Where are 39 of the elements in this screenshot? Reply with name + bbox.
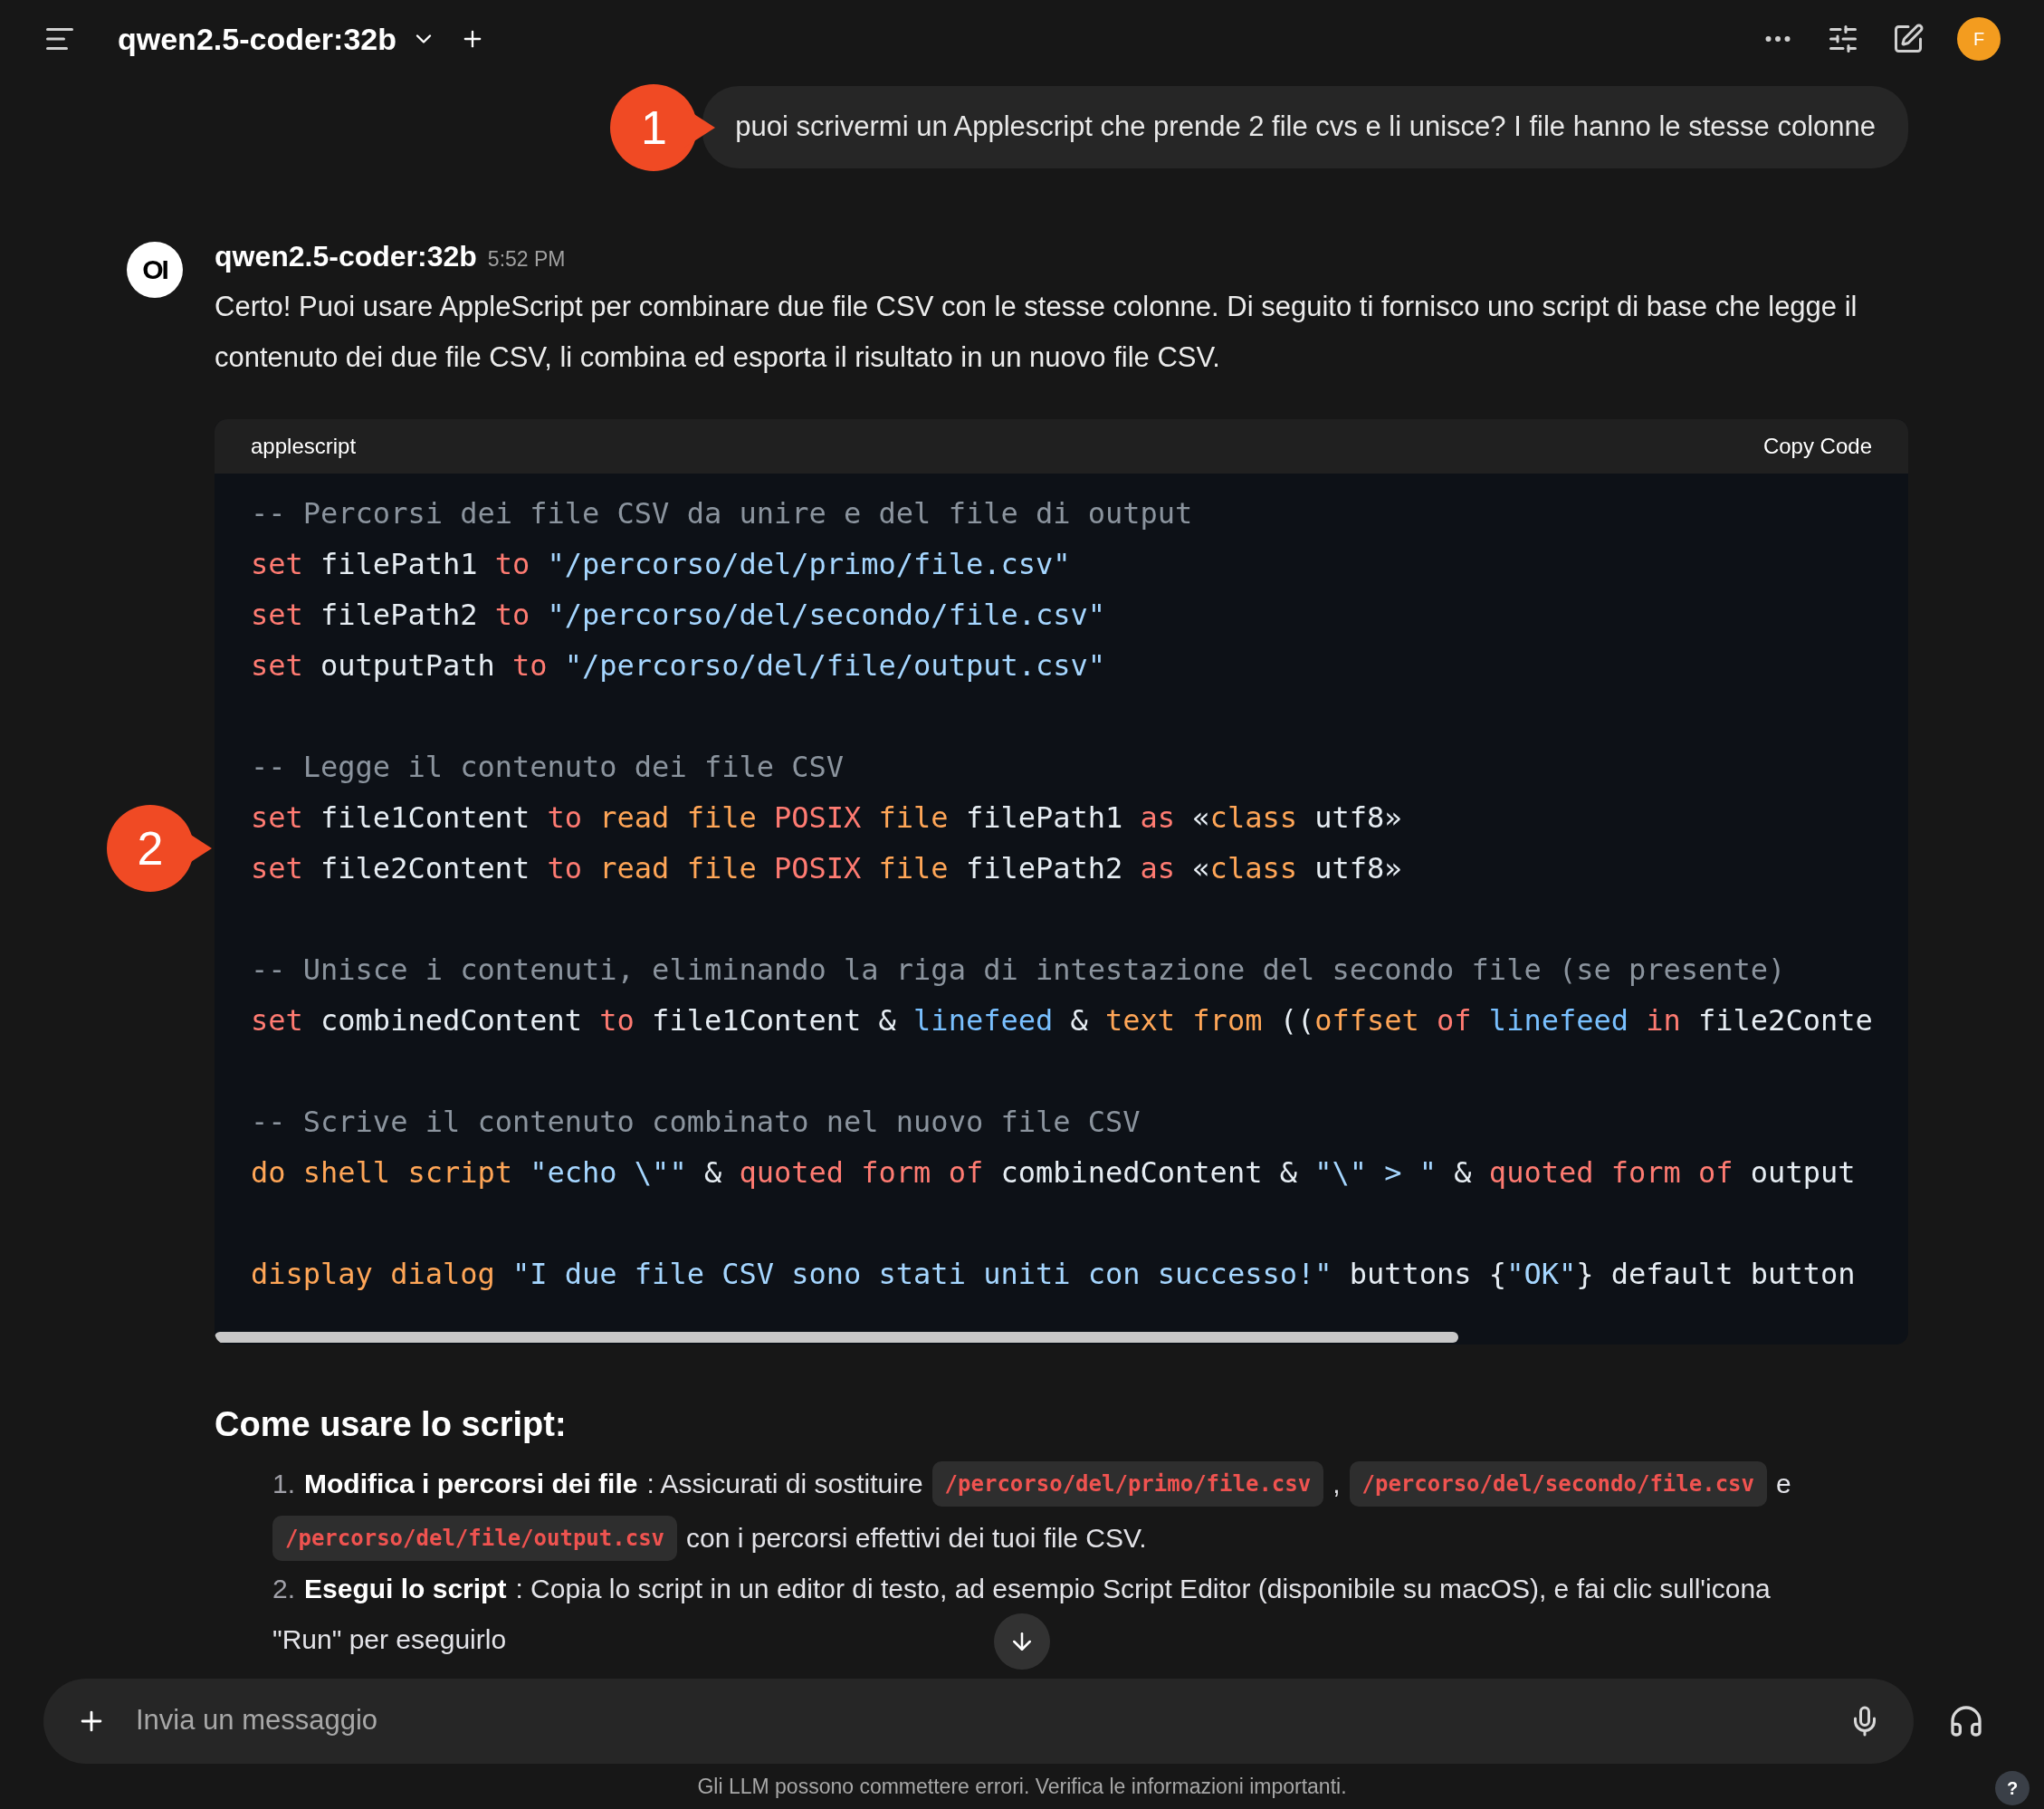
step-text: con i percorsi effettivi dei tuoi file CSV.: [686, 1521, 1147, 1555]
code-line: set outputPath to "/percorso/del/file/output.csv": [251, 646, 1105, 684]
disclaimer-text: Gli LLM possono commettere errori. Verifica le informazioni importanti.: [697, 1773, 1347, 1800]
copy-code-button[interactable]: Copy Code: [1762, 429, 1872, 463]
message-field[interactable]: Invia un messaggio: [136, 1699, 1848, 1742]
message-input[interactable]: Invia un messaggio: [43, 1678, 1914, 1764]
code-line: set file2Content to read file POSIX file filePath2 as «class utf8»: [251, 849, 1402, 887]
assistant-name: qwen2.5-coder:32b: [215, 238, 477, 274]
section-heading: Come usare lo script:: [215, 1403, 568, 1445]
step-text: "Run" per eseguirlo: [272, 1622, 507, 1656]
code-language: applescript: [251, 432, 357, 460]
code-line: set combinedContent to file1Content & linefeed & text from ((offset of linefeed in file2Conte: [251, 1001, 1873, 1039]
assistant-logo: OI: [127, 241, 183, 298]
step-text: : Copia lo script in un editor di testo, ad esempio Script Editor (disponibile su macOS), e fai clic sull'icona: [515, 1572, 1771, 1605]
inline-code: /percorso/del/secondo/file.csv: [1349, 1460, 1767, 1507]
code-line: set filePath2 to "/percorso/del/secondo/file.csv": [251, 596, 1105, 634]
step-text: e: [1776, 1467, 1791, 1500]
inline-code: /percorso/del/file/output.csv: [272, 1515, 678, 1561]
inline-code: /percorso/del/primo/file.csv: [931, 1460, 1324, 1507]
horizontal-scrollbar[interactable]: [215, 1331, 1458, 1343]
step-text: ,: [1332, 1467, 1341, 1500]
code-line: display dialog "I due file CSV sono stati uniti con successo!" buttons {"OK"} default button: [251, 1255, 1856, 1293]
help-button[interactable]: ?: [1995, 1770, 2030, 1805]
step-number: 1.: [272, 1467, 296, 1500]
step-text: : Assicurati di sostituire: [646, 1467, 923, 1500]
code-line: -- Percorsi dei file CSV da unire e del file di output: [251, 494, 1193, 532]
message-time: 5:52 PM: [487, 245, 566, 273]
code-line: -- Scrive il contenuto combinato nel nuovo file CSV: [251, 1103, 1141, 1141]
code-line: -- Legge il contenuto dei file CSV: [251, 748, 845, 786]
step-title: Esegui lo script: [304, 1572, 507, 1605]
code-line: set file1Content to read file POSIX file filePath1 as «class utf8»: [251, 799, 1402, 837]
step-number: 2.: [272, 1572, 296, 1605]
assistant-message: Certo! Puoi usare AppleScript per combinare due file CSV con le stesse colonne. Di seguito ti fornisco uno script di base che legge il contenuto dei due file CSV, li combina ed esporta il risultato in un nuovo file CSV.: [215, 289, 1858, 375]
code-line: -- Unisce i contenuti, eliminando la riga di intestazione del secondo file (se presente): [251, 951, 1786, 989]
step-title: Modifica i percorsi dei file: [304, 1467, 638, 1500]
code-line: do shell script "echo \"" & quoted form of combinedContent & "\" > " & quoted form of output: [251, 1153, 1856, 1192]
code-line: set filePath1 to "/percorso/del/primo/file.csv": [251, 545, 1071, 583]
model-selector[interactable]: qwen2.5-coder:32b: [118, 15, 436, 62]
user-message: puoi scrivermi un Applescript che prende 2 file cvs e li unisce? I file hanno le stesse colonne: [702, 86, 1908, 168]
